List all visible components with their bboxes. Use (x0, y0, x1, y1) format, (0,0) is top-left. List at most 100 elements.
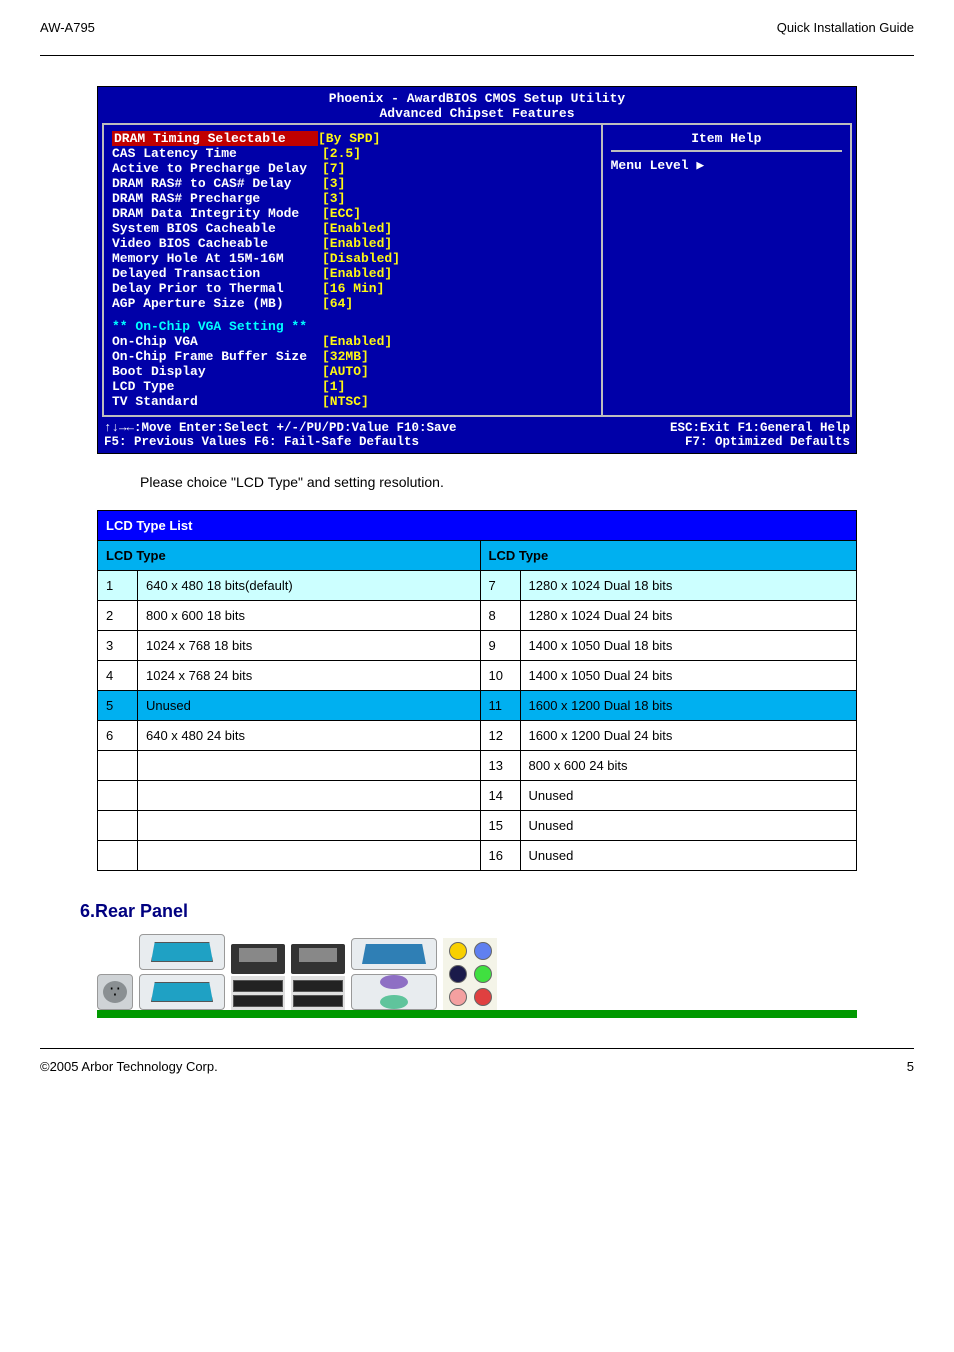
bios-help-panel: Item Help Menu Level ▶ (603, 125, 850, 415)
usb-ports-icon (291, 976, 345, 1010)
vga-port-icon (351, 938, 437, 970)
table-cell: 14 (480, 781, 520, 811)
table-cell: 1280 x 1024 Dual 24 bits (520, 601, 856, 631)
table-cell: 9 (480, 631, 520, 661)
bios-setting-label: Active to Precharge Delay (112, 161, 322, 176)
table-row: 13800 x 600 24 bits (98, 751, 857, 781)
bios-setting-value: [Enabled] (322, 266, 392, 281)
doc-footer-left: ©2005 Arbor Technology Corp. (40, 1059, 218, 1074)
table-cell: 13 (480, 751, 520, 781)
doc-footer-right: 5 (907, 1059, 914, 1074)
table-cell: 1 (98, 571, 138, 601)
bios-setting-value: [Enabled] (322, 334, 392, 349)
bios-setting-value: [Enabled] (322, 236, 392, 251)
bios-foot1-left: ↑↓→←:Move Enter:Select +/-/PU/PD:Value F… (104, 421, 457, 435)
table-cell (138, 841, 481, 871)
bios-help-title: Item Help (611, 131, 842, 152)
bios-foot2-left: F5: Previous Values F6: Fail-Safe Defaul… (104, 435, 419, 449)
lcd-type-table-wrap: LCD Type List LCD Type LCD Type 1640 x 4… (97, 510, 857, 871)
bios-setting-label: DRAM RAS# to CAS# Delay (112, 176, 322, 191)
table-cell: 640 x 480 18 bits(default) (138, 571, 481, 601)
table-cell: 12 (480, 721, 520, 751)
table-cell (138, 811, 481, 841)
bios-setting-row: DRAM Timing Selectable[By SPD] (112, 131, 593, 146)
table-cell: 1280 x 1024 Dual 18 bits (520, 571, 856, 601)
bios-setting-value: [NTSC] (322, 394, 369, 409)
bios-setting-value: [64] (322, 296, 353, 311)
bios-setting-label: LCD Type (112, 379, 322, 394)
table-cell (98, 781, 138, 811)
bios-setting-label: On-Chip Frame Buffer Size (112, 349, 322, 364)
table-cell (98, 751, 138, 781)
table-cell: 8 (480, 601, 520, 631)
footer-rule (40, 1048, 914, 1049)
table-cell: 1024 x 768 18 bits (138, 631, 481, 661)
doc-header-right: Quick Installation Guide (777, 20, 914, 35)
bios-setting-value: [Enabled] (322, 221, 392, 236)
doc-header-left: AW-A795 (40, 20, 95, 35)
bios-left-panel: DRAM Timing Selectable[By SPD]CAS Latenc… (104, 125, 603, 415)
table-head-main: LCD Type List (98, 511, 857, 541)
table-cell (138, 751, 481, 781)
rear-green-bar (97, 1010, 857, 1018)
bios-setting-value: [1] (322, 379, 345, 394)
usb-ports-icon (231, 976, 285, 1010)
bios-setting-row: Active to Precharge Delay[7] (112, 161, 593, 176)
rear-panel-diagram: ∵ (97, 930, 857, 1018)
table-cell: 640 x 480 24 bits (138, 721, 481, 751)
table-head-left: LCD Type (98, 541, 481, 571)
bios-setting-label: DRAM RAS# Precharge (112, 191, 322, 206)
bios-setting-value: [16 Min] (322, 281, 384, 296)
table-cell: 2 (98, 601, 138, 631)
table-row: 1640 x 480 18 bits(default)71280 x 1024 … (98, 571, 857, 601)
table-cell (98, 841, 138, 871)
table-cell: Unused (520, 841, 856, 871)
table-cell: 1024 x 768 24 bits (138, 661, 481, 691)
bios-setting-row: System BIOS Cacheable[Enabled] (112, 221, 593, 236)
table-row: 14Unused (98, 781, 857, 811)
table-row: 31024 x 768 18 bits91400 x 1050 Dual 18 … (98, 631, 857, 661)
ps2-pair-icon (351, 974, 437, 1010)
table-cell: Unused (520, 781, 856, 811)
bios-setting-value: [AUTO] (322, 364, 369, 379)
table-head-right: LCD Type (480, 541, 856, 571)
table-cell: 7 (480, 571, 520, 601)
bios-setting-value: [ECC] (322, 206, 361, 221)
bios-screenshot: Phoenix - AwardBIOS CMOS Setup Utility A… (97, 86, 857, 454)
rj45-port-icon (291, 944, 345, 974)
lcd-type-table: LCD Type List LCD Type LCD Type 1640 x 4… (97, 510, 857, 871)
bios-setting-row: AGP Aperture Size (MB)[64] (112, 296, 593, 311)
doc-footer: ©2005 Arbor Technology Corp. 5 (40, 1059, 914, 1074)
bios-setting-row: On-Chip Frame Buffer Size[32MB] (112, 349, 593, 364)
table-row: 15Unused (98, 811, 857, 841)
serial-port-icon (139, 934, 225, 970)
bios-setting-label: AGP Aperture Size (MB) (112, 296, 322, 311)
bios-setting-label: CAS Latency Time (112, 146, 322, 161)
bios-setting-label: Delayed Transaction (112, 266, 322, 281)
bios-setting-label: Memory Hole At 15M-16M (112, 251, 322, 266)
bios-setting-row: Memory Hole At 15M-16M[Disabled] (112, 251, 593, 266)
bios-setting-row: Video BIOS Cacheable[Enabled] (112, 236, 593, 251)
bios-setting-row: Boot Display[AUTO] (112, 364, 593, 379)
table-cell: 800 x 600 18 bits (138, 601, 481, 631)
table-cell: 1600 x 1200 Dual 24 bits (520, 721, 856, 751)
bios-setting-label: DRAM Timing Selectable (112, 131, 318, 146)
table-cell: 15 (480, 811, 520, 841)
table-cell: 3 (98, 631, 138, 661)
bios-title-line1: Phoenix - AwardBIOS CMOS Setup Utility (98, 91, 856, 106)
bios-setting-label: System BIOS Cacheable (112, 221, 322, 236)
table-cell: Unused (520, 811, 856, 841)
bios-footer: ↑↓→←:Move Enter:Select +/-/PU/PD:Value F… (98, 417, 856, 453)
bios-menu-level: Menu Level ▶ (611, 158, 842, 173)
rear-panel-heading: 6.Rear Panel (80, 901, 914, 922)
bios-setting-value: [Disabled] (322, 251, 400, 266)
table-row: 2800 x 600 18 bits81280 x 1024 Dual 24 b… (98, 601, 857, 631)
ps2-mouse-icon: ∵ (97, 974, 133, 1010)
bios-setting-row: DRAM Data Integrity Mode[ECC] (112, 206, 593, 221)
bios-setting-label: On-Chip VGA (112, 334, 322, 349)
bios-setting-value: [By SPD] (318, 131, 380, 146)
table-cell: 800 x 600 24 bits (520, 751, 856, 781)
audio-jacks-icon (443, 938, 497, 1010)
table-cell (138, 781, 481, 811)
table-cell (98, 811, 138, 841)
